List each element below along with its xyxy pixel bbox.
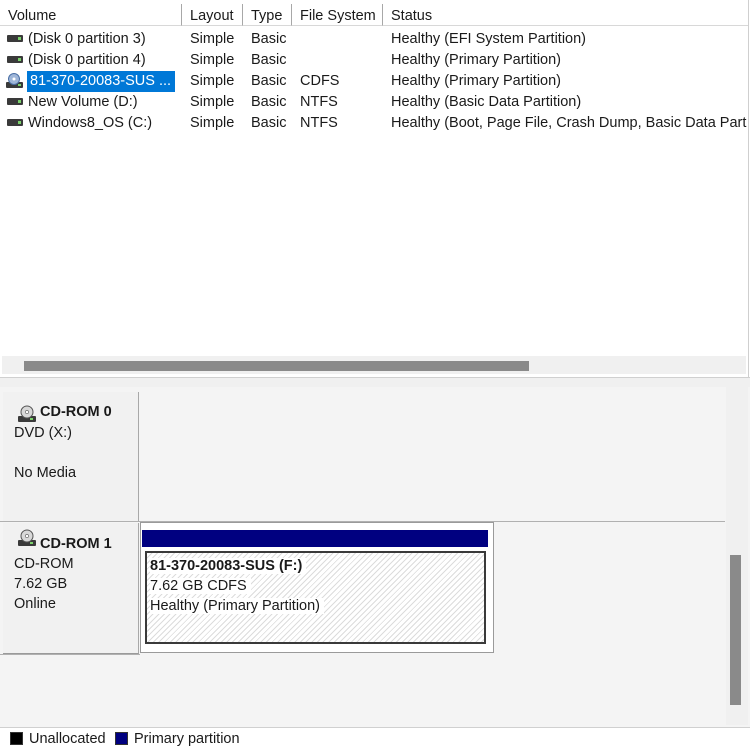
volume-name: (Disk 0 partition 3)	[28, 31, 146, 47]
file-system-cell: NTFS	[300, 115, 338, 131]
layout-cell: Simple	[190, 52, 235, 68]
type-cell: Basic	[251, 94, 287, 110]
volume-name: (Disk 0 partition 4)	[28, 52, 146, 68]
status-cell: Healthy (Primary Partition)	[391, 73, 562, 89]
status-cell: Healthy (Primary Partition)	[391, 52, 562, 68]
legend-primary-label: Primary partition	[134, 731, 240, 747]
disk-area-cd-rom-0	[140, 392, 725, 521]
column-header-file-system[interactable]: File System	[292, 4, 383, 26]
status-cell: Healthy (Boot, Page File, Crash Dump, Ba…	[391, 115, 747, 131]
type-cell: Basic	[251, 52, 287, 68]
primary-partition-swatch	[115, 732, 128, 745]
drive-icon	[7, 35, 23, 42]
partition-name: 81-370-20083-SUS (F:)	[150, 558, 307, 574]
column-header-row: Volume Layout Type File System Status	[0, 4, 748, 27]
layout-cell: Simple	[190, 73, 235, 89]
layout-cell: Simple	[190, 115, 235, 131]
type-cell: Basic	[251, 31, 287, 47]
volume-cell: Windows8_OS (C:)	[5, 113, 175, 134]
cd-drive-icon	[6, 73, 23, 88]
column-header-layout[interactable]: Layout	[182, 4, 243, 26]
status-cell: Healthy (EFI System Partition)	[391, 31, 586, 47]
type-cell: Basic	[251, 73, 287, 89]
type-cell: Basic	[251, 115, 287, 131]
status-cell: Healthy (Basic Data Partition)	[391, 94, 582, 110]
table-row[interactable]: (Disk 0 partition 3) Simple Basic Health…	[0, 29, 748, 50]
volume-cell: 81-370-20083-SUS ...	[5, 71, 175, 92]
disk-label-cd-rom-1[interactable]: CD-ROM 1 CD-ROM 7.62 GB Online	[3, 523, 139, 654]
disk-title: CD-ROM 1	[40, 536, 112, 552]
column-header-volume[interactable]: Volume	[0, 4, 182, 26]
partition-size-fs: 7.62 GB CDFS	[150, 578, 251, 594]
disk-status: Online	[14, 596, 56, 612]
volume-cell: New Volume (D:)	[5, 92, 175, 113]
disk-type: DVD (X:)	[14, 425, 72, 441]
partition-status: Healthy (Primary Partition)	[150, 598, 325, 614]
disk-separator	[0, 654, 140, 655]
disk-status: No Media	[14, 465, 77, 481]
table-row[interactable]: (Disk 0 partition 4) Simple Basic Health…	[0, 50, 748, 71]
legend-bar: Unallocated Primary partition	[0, 727, 750, 756]
table-row[interactable]: New Volume (D:) Simple Basic NTFS Health…	[0, 92, 748, 113]
table-row-selected[interactable]: 81-370-20083-SUS ... Simple Basic CDFS H…	[0, 71, 748, 92]
drive-icon	[7, 98, 23, 105]
vertical-scrollbar-thumb[interactable]	[730, 555, 741, 705]
file-system-cell: NTFS	[300, 94, 338, 110]
disk-label-cd-rom-0[interactable]: CD-ROM 0 DVD (X:) No Media	[3, 392, 139, 522]
layout-cell: Simple	[190, 31, 235, 47]
legend-unallocated-label: Unallocated	[29, 731, 106, 747]
drive-icon	[7, 56, 23, 63]
cd-drive-icon	[18, 405, 36, 422]
volume-cell: (Disk 0 partition 3)	[5, 29, 175, 50]
unallocated-swatch	[10, 732, 23, 745]
volume-name: 81-370-20083-SUS ...	[27, 71, 175, 92]
disk-size: 7.62 GB	[14, 576, 68, 592]
volume-cell: (Disk 0 partition 4)	[5, 50, 175, 71]
drive-icon	[7, 119, 23, 126]
volume-list-pane[interactable]: Volume Layout Type File System Status (D…	[0, 0, 749, 386]
disk-type: CD-ROM	[14, 556, 74, 572]
disk-title: CD-ROM 0	[40, 404, 112, 420]
column-header-status[interactable]: Status	[383, 4, 748, 26]
column-header-type[interactable]: Type	[243, 4, 292, 26]
table-row[interactable]: Windows8_OS (C:) Simple Basic NTFS Healt…	[0, 113, 748, 134]
cd-drive-icon	[18, 529, 36, 546]
horizontal-scrollbar-thumb[interactable]	[24, 361, 529, 371]
volume-name: New Volume (D:)	[28, 94, 138, 110]
layout-cell: Simple	[190, 94, 235, 110]
volume-name: Windows8_OS (C:)	[28, 115, 153, 131]
primary-partition-bar	[142, 530, 488, 547]
file-system-cell: CDFS	[300, 73, 340, 89]
